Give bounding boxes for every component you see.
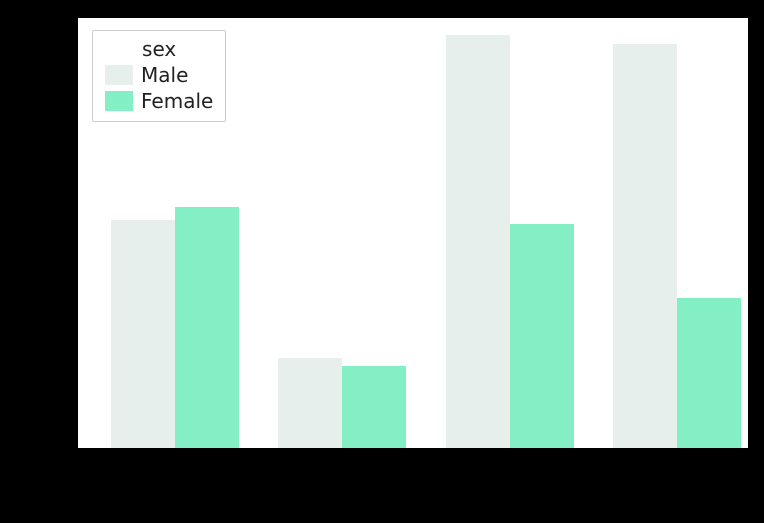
bar-female-1 bbox=[342, 366, 406, 448]
legend-item-male: Male bbox=[105, 63, 213, 87]
bar-male-0 bbox=[111, 220, 175, 448]
bar-male-2 bbox=[446, 35, 510, 448]
legend-title: sex bbox=[105, 37, 213, 61]
bar-female-3 bbox=[677, 298, 741, 448]
legend-swatch-male bbox=[105, 65, 133, 85]
bar-female-2 bbox=[510, 224, 574, 448]
bar-male-3 bbox=[613, 44, 677, 448]
bar-female-0 bbox=[175, 207, 239, 448]
legend: sex Male Female bbox=[92, 30, 226, 122]
legend-label-male: Male bbox=[141, 63, 188, 87]
legend-label-female: Female bbox=[141, 89, 213, 113]
legend-item-female: Female bbox=[105, 89, 213, 113]
legend-swatch-female bbox=[105, 91, 133, 111]
plot-area: sex Male Female bbox=[78, 18, 748, 448]
bar-male-1 bbox=[278, 358, 342, 448]
